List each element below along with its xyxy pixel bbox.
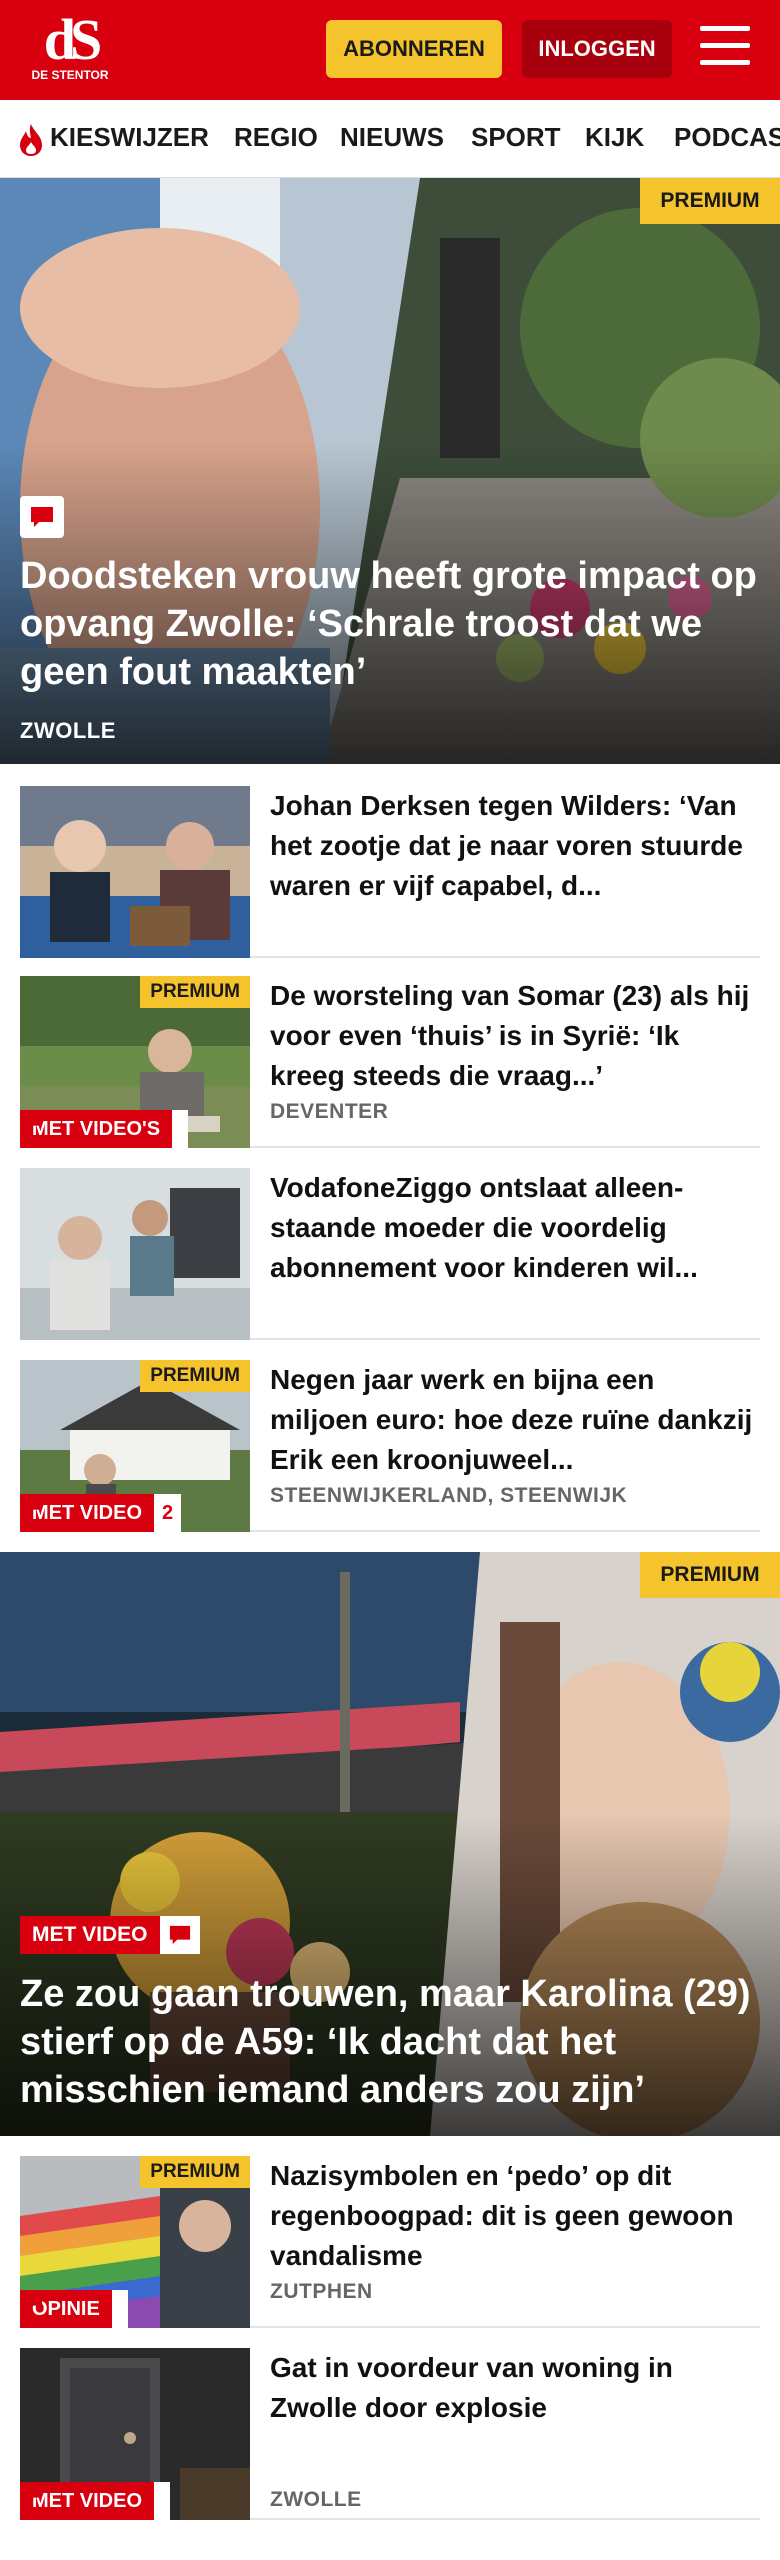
list-item[interactable]: PREMIUM MET VIDEO 2 Negen jaar werk en b…: [20, 1360, 760, 1532]
article-title: VodafoneZiggo ontslaat alleen- staande m…: [270, 1172, 698, 1283]
flame-icon: [20, 124, 42, 156]
logo-text: DE STENTOR: [31, 68, 109, 82]
hero-article-2[interactable]: PREMIUM MET VIDEO Ze zou gaan trouwen, m…: [0, 1552, 780, 2136]
list-item[interactable]: VodafoneZiggo ontslaat alleen- staande m…: [20, 1168, 760, 1340]
video-tag: MET VIDEO: [20, 2482, 171, 2520]
article-title: Gat in voordeur van woning in Zwolle doo…: [270, 2352, 673, 2423]
hero-article-1[interactable]: PREMIUM Doodsteken vrouw heeft grote imp…: [0, 178, 780, 764]
hero-title: Ze zou gaan trouwen, maar Karolina (29) …: [20, 1973, 751, 2111]
site-logo[interactable]: dS DE STENTOR: [30, 7, 110, 86]
login-button[interactable]: INLOGGEN: [522, 20, 672, 78]
comment-icon: [21, 1110, 189, 1148]
article-location: ZUTPHEN: [270, 2280, 373, 2303]
list-item[interactable]: Johan Derksen tegen Wilders: ‘Van het zo…: [20, 786, 760, 958]
list-item[interactable]: PREMIUM OPINIE Nazisymbolen en ‘pedo’ op…: [20, 2156, 760, 2328]
comment-icon: [21, 2290, 128, 2328]
article-thumbnail: [20, 786, 250, 958]
article-location: ZWOLLE: [270, 2488, 362, 2511]
article-location: DEVENTER: [270, 1100, 389, 1123]
hero-location: ZWOLLE: [20, 718, 116, 743]
comment-icon: [21, 2482, 171, 2520]
nav-item-podcast[interactable]: PODCAST: [674, 122, 780, 153]
hero-title: Doodsteken vrouw heeft grote impact op o…: [20, 555, 757, 693]
nav-item-regio[interactable]: REGIO: [234, 122, 318, 153]
site-header: dS DE STENTOR ABONNEREN INLOGGEN: [0, 0, 780, 100]
article-title: Johan Derksen tegen Wilders: ‘Van het zo…: [270, 790, 743, 901]
comment-icon: 2: [21, 1494, 182, 1532]
list-item[interactable]: MET VIDEO Gat in voordeur van woning in …: [20, 2348, 760, 2520]
video-tag: MET VIDEO: [20, 1916, 200, 1954]
article-thumbnail: MET VIDEO: [20, 2348, 250, 2520]
nav-item-sport[interactable]: SPORT: [471, 122, 561, 153]
comment-count: 2: [162, 1501, 174, 1524]
tag-label: MET VIDEO: [20, 1916, 160, 1954]
video-tag: MET VIDEO 2: [20, 1494, 182, 1532]
main-nav: KIESWIJZER REGIO NIEUWS SPORT KIJK PODCA…: [0, 100, 780, 178]
menu-icon[interactable]: [700, 26, 750, 70]
premium-badge: PREMIUM: [140, 976, 250, 1008]
article-thumbnail: PREMIUM OPINIE: [20, 2156, 250, 2328]
premium-badge: PREMIUM: [640, 1552, 780, 1598]
list-item[interactable]: PREMIUM MET VIDEO'S De worsteling van So…: [20, 976, 760, 1148]
article-title: De worsteling van Somar (23) als hij voo…: [270, 980, 750, 1091]
subscribe-button[interactable]: ABONNEREN: [326, 20, 502, 78]
article-thumbnail: PREMIUM MET VIDEO 2: [20, 1360, 250, 1532]
nav-item-kijk[interactable]: KIJK: [585, 122, 644, 153]
opinion-tag: OPINIE: [20, 2290, 128, 2328]
article-title: Nazisymbolen en ‘pedo’ op dit regenboogp…: [270, 2160, 734, 2271]
comment-icon: [159, 1916, 200, 1954]
premium-badge: PREMIUM: [640, 178, 780, 224]
article-location: STEENWIJKERLAND, STEENWIJK: [270, 1484, 628, 1507]
premium-badge: PREMIUM: [140, 2156, 250, 2188]
article-thumbnail: PREMIUM MET VIDEO'S: [20, 976, 250, 1148]
premium-badge: PREMIUM: [140, 1360, 250, 1392]
nav-item-kieswijzer[interactable]: KIESWIJZER: [50, 122, 209, 153]
logo-mark: dS: [43, 7, 103, 72]
article-title: Negen jaar werk en bijna een miljoen eur…: [270, 1364, 753, 1475]
article-thumbnail: [20, 1168, 250, 1340]
comment-icon: [20, 496, 64, 538]
nav-item-nieuws[interactable]: NIEUWS: [340, 122, 444, 153]
video-tag: MET VIDEO'S: [20, 1110, 189, 1148]
